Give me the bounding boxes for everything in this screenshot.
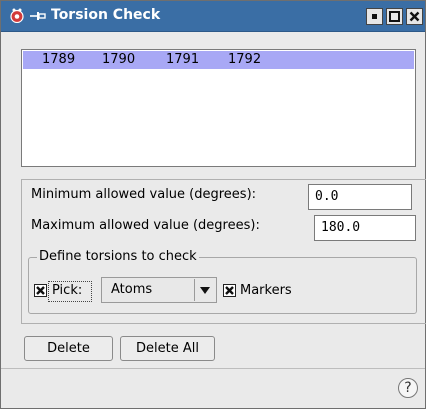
pick-mode-select[interactable]: Atoms	[101, 277, 217, 303]
status-divider	[1, 368, 425, 369]
min-value-label: Minimum allowed value (degrees):	[31, 187, 257, 202]
max-value-field[interactable]: 180.0	[314, 215, 416, 241]
select-divider	[194, 279, 195, 301]
help-button[interactable]: ?	[398, 378, 418, 398]
close-icon	[409, 11, 420, 22]
atom-index: 1789	[42, 52, 76, 67]
delete-all-button[interactable]: Delete All	[120, 336, 215, 361]
checkmark-icon	[225, 286, 234, 295]
maximize-icon	[389, 11, 400, 22]
app-icon[interactable]	[10, 8, 24, 23]
torsion-list[interactable]: 1789 1790 1791 1792	[21, 49, 416, 167]
atom-index: 1790	[102, 52, 136, 67]
torsion-check-window: Torsion Check 1789 1790 1791 1792 Minimu…	[0, 0, 426, 409]
pick-label[interactable]: Pick:	[52, 283, 82, 298]
pick-mode-value: Atoms	[111, 282, 153, 297]
min-value-field[interactable]: 0.0	[308, 184, 412, 210]
define-torsions-title: Define torsions to check	[37, 249, 199, 264]
atom-index: 1791	[166, 52, 200, 67]
delete-button[interactable]: Delete	[24, 336, 113, 361]
pin-icon[interactable]	[30, 10, 46, 22]
atom-index: 1792	[228, 52, 262, 67]
checkmark-icon	[36, 286, 45, 295]
title-bar[interactable]: Torsion Check	[1, 1, 425, 32]
torsion-row[interactable]: 1789 1790 1791 1792	[23, 51, 414, 69]
pick-checkbox[interactable]	[34, 284, 47, 297]
max-value-label: Maximum allowed value (degrees):	[31, 218, 260, 233]
chevron-down-icon[interactable]	[200, 287, 210, 294]
maximize-button[interactable]	[386, 8, 403, 25]
close-button[interactable]	[406, 8, 423, 25]
markers-label[interactable]: Markers	[240, 283, 292, 298]
markers-checkbox[interactable]	[223, 284, 236, 297]
minimize-button[interactable]	[366, 8, 383, 25]
window-title: Torsion Check	[51, 7, 161, 23]
minimize-icon	[372, 14, 377, 19]
